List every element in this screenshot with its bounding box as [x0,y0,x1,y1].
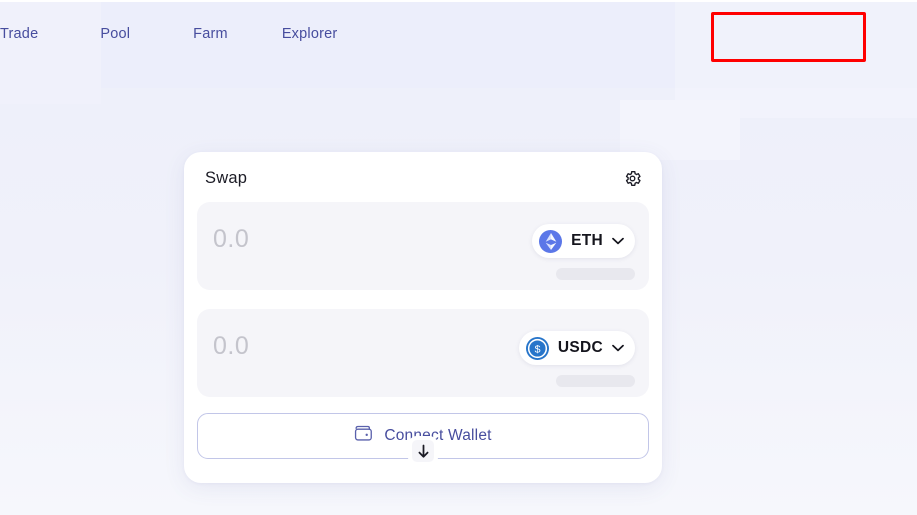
nav-item-farm[interactable]: Farm [193,26,228,42]
to-amount-input[interactable]: 0.0 [213,331,249,359]
usdc-icon: $ [525,336,549,360]
from-amount-input[interactable]: 0.0 [213,224,249,252]
nav-item-trade[interactable]: Trade [0,26,38,42]
gear-icon[interactable] [623,169,642,188]
swap-card: Swap 0.0 ETH 0.0 $ USDC Connect Wallet [184,152,662,483]
swap-input-row-from: 0.0 ETH [197,202,649,290]
to-balance-skeleton [556,375,635,387]
to-token-label: USDC [557,339,603,356]
chevron-down-icon [612,232,624,250]
wallet-icon [354,425,373,447]
nav-item-explorer[interactable]: Explorer [282,26,338,42]
swap-input-row-to: 0.0 $ USDC [197,309,649,397]
top-navigation-bar: Trade Pool Farm Explorer Faucet ETH [0,0,917,76]
to-token-selector[interactable]: $ USDC [518,331,635,365]
to-token-side: $ USDC [518,331,635,387]
nav-links: Trade Pool Farm Explorer [0,26,337,42]
from-token-selector[interactable]: ETH [532,224,635,258]
swap-title: Swap [205,168,248,187]
svg-text:$: $ [534,343,540,355]
swap-direction-toggle[interactable] [408,436,438,466]
from-token-side: ETH [532,224,635,280]
swap-card-header: Swap [197,154,649,202]
swap-rows-gap [197,290,649,309]
from-balance-skeleton [556,268,635,280]
arrow-down-icon[interactable] [408,436,438,466]
nav-item-pool[interactable]: Pool [100,26,130,42]
background-panel-faint-b [620,100,740,160]
from-token-label: ETH [571,232,603,249]
chevron-down-icon [612,339,624,357]
ethereum-icon [539,229,563,253]
